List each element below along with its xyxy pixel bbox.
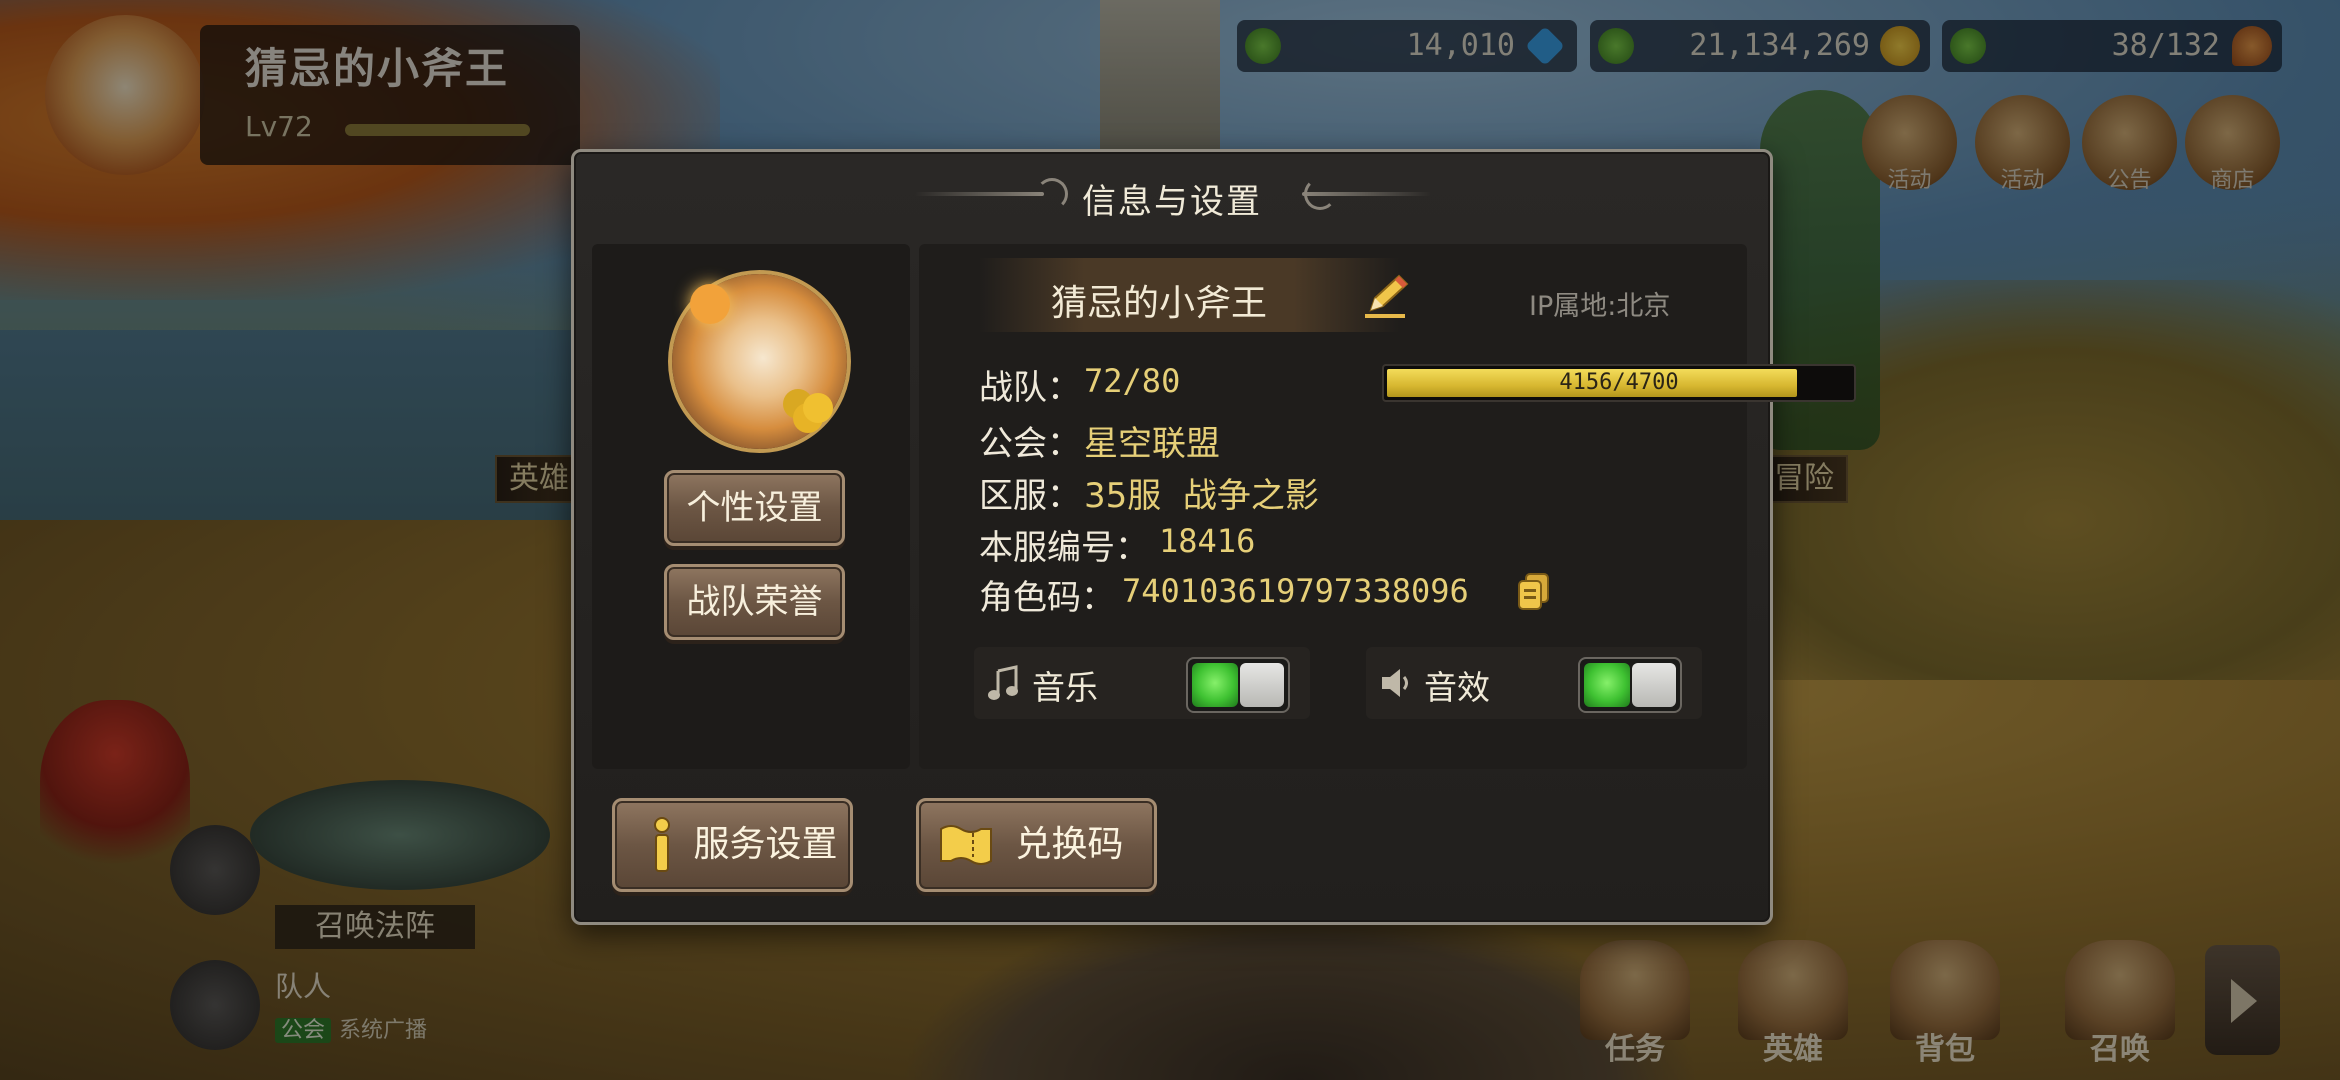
service-settings-label: 服务设置 (693, 824, 838, 865)
personal-settings-button[interactable]: 个性设置 (664, 470, 845, 546)
profile-info-panel: 猜忌的小斧王 IP属地:北京 战队： 72/80 4156/4700 公会： 星… (919, 244, 1856, 769)
toggle-knob (1632, 663, 1676, 707)
title-ornament-right (1302, 192, 1432, 196)
dialog-title: 信息与设置 (1082, 182, 1262, 222)
server-value: 35服 战争之影 (1084, 476, 1319, 516)
redeem-code-label: 兑换码 (1015, 824, 1124, 865)
team-label: 战队： (979, 368, 1081, 408)
service-settings-button[interactable]: 服务设置 (612, 798, 853, 892)
copy-icon[interactable] (1516, 572, 1552, 612)
team-level: 72/80 (1084, 362, 1181, 400)
team-honor-button[interactable]: 战队荣誉 (664, 564, 845, 640)
pencil-edit-icon[interactable] (1359, 270, 1413, 324)
sfx-toggle-card: 音效 (1366, 647, 1702, 719)
team-xp-bar: 4156/4700 (1382, 364, 1856, 402)
sfx-toggle[interactable] (1578, 657, 1682, 713)
guild-label: 公会： (979, 424, 1081, 464)
role-code-label: 角色码： (979, 578, 1115, 618)
server-id-label: 本服编号： (979, 528, 1149, 568)
name-banner: 猜忌的小斧王 (979, 258, 1409, 332)
toggle-on-light (1192, 663, 1238, 707)
sfx-label: 音效 (1424, 668, 1490, 707)
team-xp-text: 4156/4700 (1559, 370, 1679, 395)
role-code-value: 740103619797338096 (1122, 572, 1469, 610)
music-toggle[interactable] (1186, 657, 1290, 713)
info-settings-dialog: 信息与设置 个性设置 战队荣誉 猜忌的小斧王 IP属地:北京 战队： 72/80… (571, 149, 1856, 925)
music-toggle-card: 音乐 (974, 647, 1310, 719)
server-label: 区服： (979, 476, 1081, 516)
speaker-icon (1382, 669, 1408, 697)
ip-location: IP属地:北京 (1529, 291, 1671, 322)
guild-value[interactable]: 星空联盟 (1084, 416, 1220, 465)
server-id-value: 18416 (1159, 522, 1256, 560)
player-name: 猜忌的小斧王 (1050, 283, 1267, 324)
toggle-on-light (1584, 663, 1630, 707)
redeem-code-button[interactable]: 兑换码 (916, 798, 1157, 892)
music-note-icon (988, 665, 1018, 700)
music-label: 音乐 (1032, 668, 1098, 707)
player-avatar[interactable] (672, 274, 847, 449)
profile-left-panel: 个性设置 战队荣誉 (592, 244, 910, 769)
toggle-knob (1240, 663, 1284, 707)
